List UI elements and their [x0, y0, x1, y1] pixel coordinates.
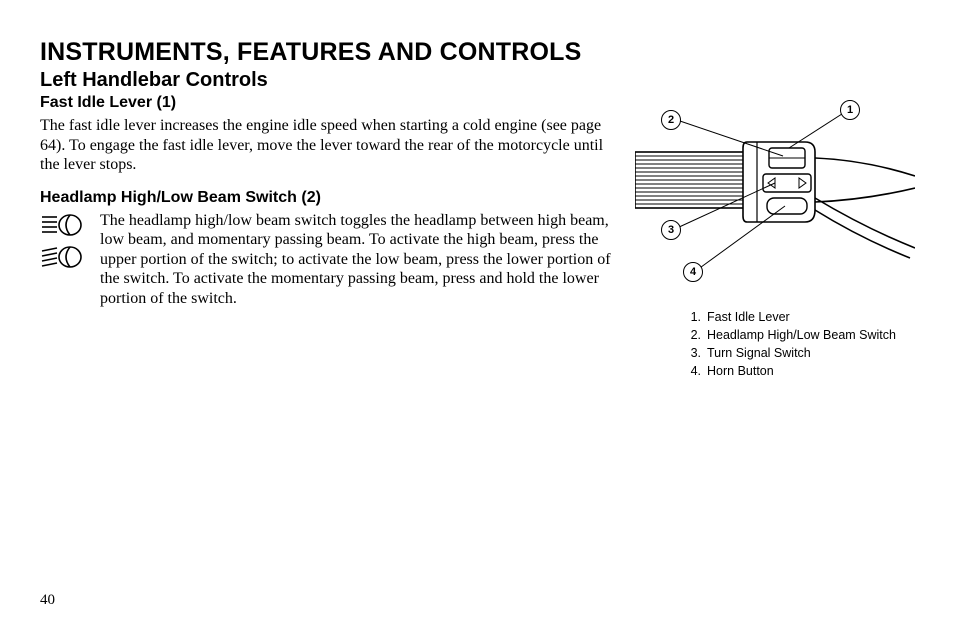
callout-2: 2: [661, 110, 681, 130]
legend-item: 1. Fast Idle Lever: [687, 308, 915, 326]
callout-3: 3: [661, 220, 681, 240]
subsection-2-body: The headlamp high/low beam switch toggle…: [100, 211, 615, 309]
callout-1: 1: [840, 100, 860, 120]
document-title: INSTRUMENTS, FEATURES AND CONTROLS: [40, 38, 615, 67]
legend-text: Turn Signal Switch: [707, 344, 811, 362]
subsection-2-title: Headlamp High/Low Beam Switch (2): [40, 189, 615, 207]
legend-text: Fast Idle Lever: [707, 308, 790, 326]
legend-num: 3.: [687, 344, 701, 362]
callout-4: 4: [683, 262, 703, 282]
high-beam-icon: [40, 213, 84, 237]
low-beam-icon: [40, 245, 84, 269]
diagram-legend: 1. Fast Idle Lever 2. Headlamp High/Low …: [687, 308, 915, 381]
legend-num: 2.: [687, 326, 701, 344]
section-title: Left Handlebar Controls: [40, 69, 615, 92]
legend-text: Horn Button: [707, 362, 774, 380]
legend-item: 2. Headlamp High/Low Beam Switch: [687, 326, 915, 344]
legend-num: 1.: [687, 308, 701, 326]
legend-item: 4. Horn Button: [687, 362, 915, 380]
page-number: 40: [40, 592, 55, 609]
subsection-1-body: The fast idle lever increases the engine…: [40, 116, 615, 175]
legend-text: Headlamp High/Low Beam Switch: [707, 326, 896, 344]
legend-num: 4.: [687, 362, 701, 380]
legend-item: 3. Turn Signal Switch: [687, 344, 915, 362]
subsection-1-title: Fast Idle Lever (1): [40, 94, 615, 112]
handlebar-diagram: 1 2 3 4: [635, 98, 915, 298]
